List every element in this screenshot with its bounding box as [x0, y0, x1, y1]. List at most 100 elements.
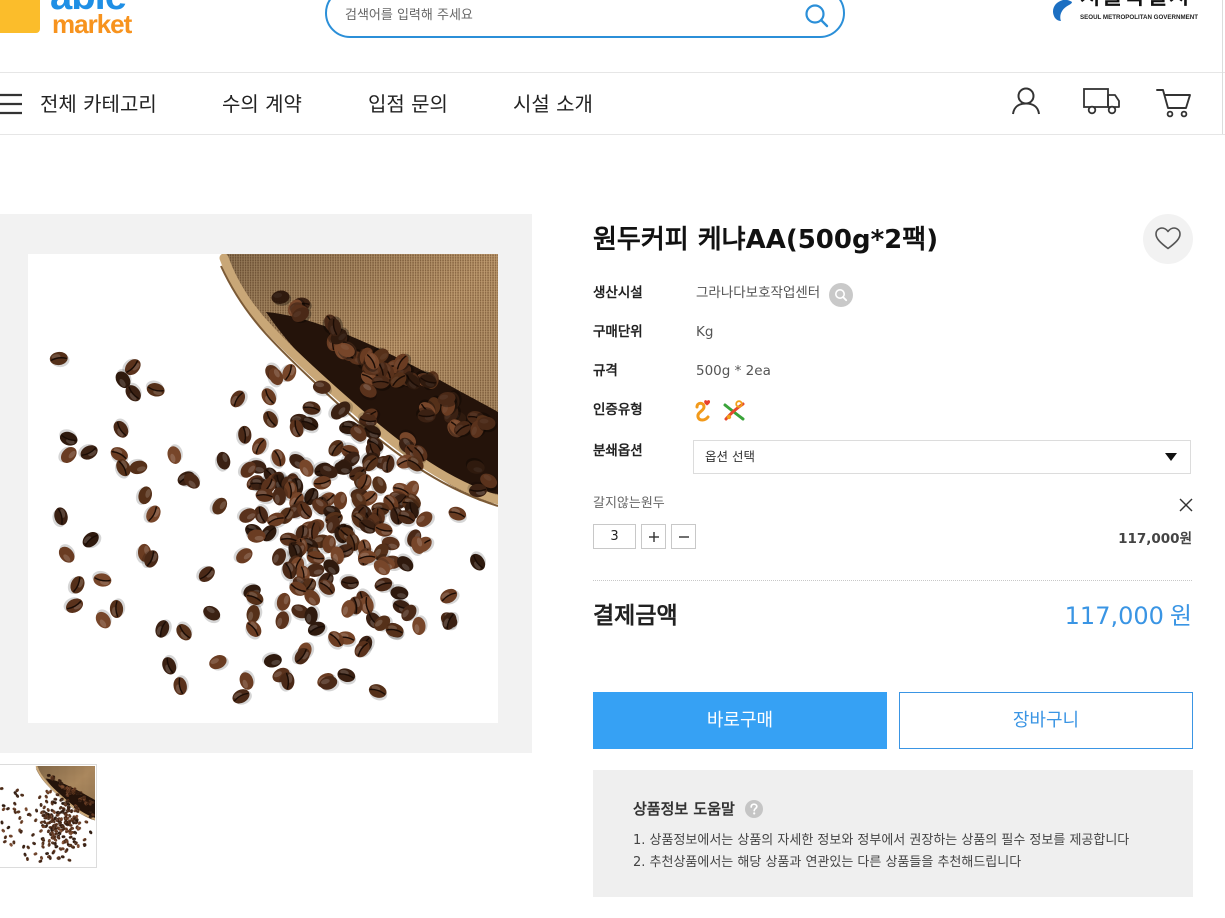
coffee-bean [214, 451, 231, 472]
coffee-bean [6, 825, 11, 830]
nav-item-facility-intro[interactable]: 시설 소개 [513, 92, 593, 116]
seoul-symbol-icon[interactable] [1049, 0, 1073, 22]
buy-now-button[interactable]: 바로구매 [593, 692, 887, 749]
info-label: 생산시설 [593, 285, 643, 301]
coffee-bean [442, 612, 460, 630]
coffee-bean [23, 852, 27, 857]
coffee-bean [33, 852, 38, 856]
coffee-bean [63, 597, 83, 613]
coffee-bean [34, 808, 39, 813]
logo-mark[interactable] [0, 0, 40, 33]
coffee-bean [89, 830, 93, 835]
coffee-bean [40, 855, 44, 860]
coffee-bean [78, 443, 98, 460]
coffee-bean [155, 619, 172, 638]
coffee-bean [1, 828, 6, 833]
coffee-bean [470, 551, 487, 571]
header-edge-line [1222, 0, 1223, 135]
coffee-bean [236, 507, 257, 523]
close-icon[interactable] [1179, 498, 1193, 512]
coffee-bean [26, 845, 30, 850]
coffee-bean [8, 834, 13, 838]
selected-option-name: 갈지않는원두 [593, 496, 665, 511]
gov-logo-name-en[interactable]: SEOUL METROPOLITAN GOVERNMENT [1080, 14, 1198, 22]
coffee-bean [33, 818, 38, 823]
nav-all-categories[interactable]: 전체 카테고리 [40, 92, 157, 116]
certification-mark-icon [723, 400, 745, 421]
product-thumbnail[interactable] [0, 764, 97, 868]
quantity-input[interactable] [593, 524, 636, 549]
quantity-increase-button[interactable] [641, 524, 666, 549]
info-label: 인증유형 [593, 402, 643, 418]
search-icon[interactable] [829, 283, 853, 307]
coffee-bean [32, 841, 36, 846]
facility-name: 그라나다보호작업센터 [696, 285, 821, 301]
add-to-cart-button[interactable]: 장바구니 [899, 692, 1193, 749]
coffee-bean [92, 570, 112, 587]
coffee-bean [39, 820, 44, 824]
coffee-bean [143, 505, 161, 523]
coffee-bean [368, 684, 388, 701]
search-input[interactable] [345, 5, 785, 27]
coffee-bean [173, 675, 189, 696]
coffee-bean [22, 844, 26, 849]
coffee-bean [12, 840, 16, 845]
coffee-bean [1, 807, 6, 812]
coffee-bean [0, 787, 4, 791]
grind-option-select[interactable]: 옵션 선택 [693, 440, 1191, 474]
nav-item-private-contract[interactable]: 수의 계약 [222, 92, 302, 116]
coffee-bean [262, 652, 282, 668]
header-divider [0, 72, 1225, 73]
coffee-bean [58, 446, 77, 463]
select-value: 옵션 선택 [705, 449, 755, 464]
logo-text-market[interactable]: market [52, 11, 132, 37]
total-amount: 117,000 원 [1065, 602, 1192, 630]
coffee-bean [67, 576, 85, 594]
search-icon[interactable] [803, 3, 829, 29]
coffee-bean [109, 598, 126, 618]
coffee-bean [47, 838, 51, 844]
plus-icon [649, 532, 659, 542]
coffee-bean [61, 834, 66, 839]
coffee-bean [230, 390, 248, 408]
coffee-bean [263, 408, 279, 428]
coffee-bean [209, 655, 229, 671]
coffee-bean [2, 839, 7, 844]
coffee-bean [13, 801, 17, 806]
help-line: 2. 추천상품에서는 해당 상품과 연관있는 다른 상품들을 추천해드립니다 [633, 855, 1022, 870]
coffee-bean [82, 531, 102, 549]
product-title: 원두커피 케냐AA(500g*2팩) [593, 225, 939, 255]
coffee-bean [82, 838, 87, 842]
coffee-bean [0, 820, 4, 825]
coffee-bean [275, 610, 292, 630]
gov-logo-name[interactable]: 서울특별시 [1080, 0, 1191, 10]
total-amount-unit: 원 [1169, 602, 1192, 630]
coffee-bean [39, 803, 43, 808]
user-icon[interactable] [1010, 86, 1042, 116]
wishlist-button[interactable] [1143, 214, 1193, 264]
question-icon[interactable] [745, 800, 763, 818]
coffee-bean [41, 824, 46, 829]
coffee-bean [20, 793, 25, 797]
coffee-bean [274, 592, 291, 612]
coffee-bean [70, 809, 74, 814]
product-main-image[interactable] [28, 254, 498, 723]
coffee-bean [59, 429, 78, 446]
coffee-bean [239, 670, 255, 690]
coffee-bean [52, 507, 68, 528]
coffee-bean [245, 620, 262, 640]
coffee-bean [3, 835, 8, 840]
hamburger-menu-icon[interactable] [0, 93, 22, 115]
info-label: 구매단위 [593, 324, 643, 340]
coffee-bean [58, 544, 76, 563]
coffee-bean [236, 425, 252, 446]
coffee-bean [167, 444, 183, 464]
quantity-decrease-button[interactable] [671, 524, 696, 549]
cart-icon[interactable] [1155, 86, 1193, 118]
coffee-bean [47, 842, 52, 847]
total-label: 결제금액 [593, 603, 678, 629]
coffee-bean [440, 588, 460, 605]
nav-item-vendor-inquiry[interactable]: 입점 문의 [368, 92, 448, 116]
truck-icon[interactable] [1082, 86, 1122, 116]
coffee-bean [203, 605, 221, 624]
